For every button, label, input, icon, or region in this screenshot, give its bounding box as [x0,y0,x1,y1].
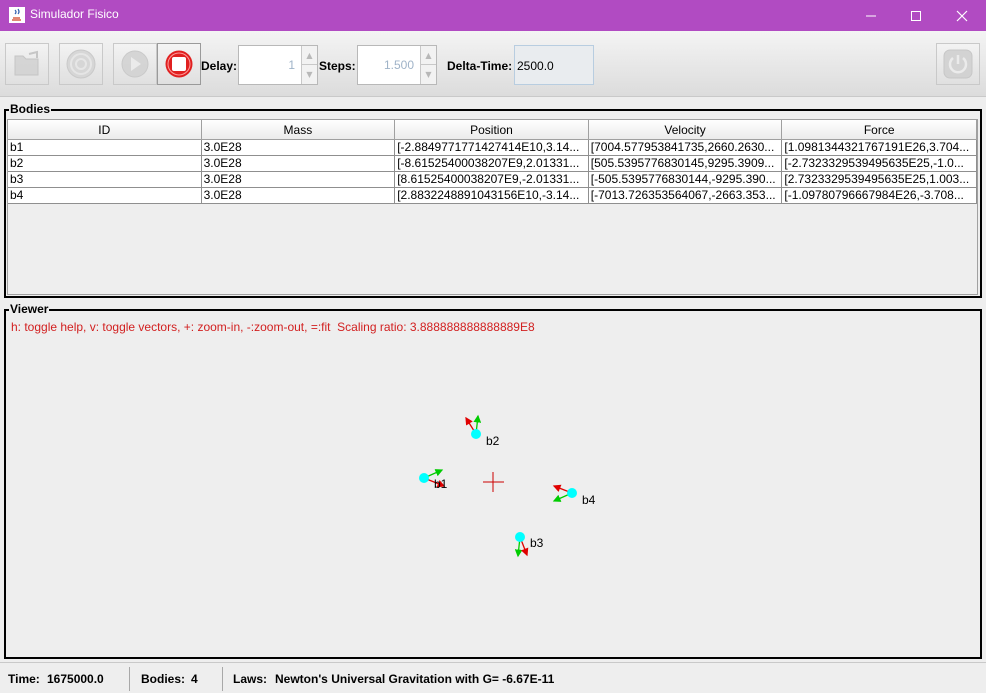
column-header-position[interactable]: Position [395,120,589,140]
cell-id[interactable]: b3 [8,172,202,188]
delay-spinner[interactable]: 1 ▲ ▼ [238,45,318,85]
table-row[interactable]: b1 3.0E28 [-2.8849771771427414E10,3.14..… [8,140,977,156]
toolbar: Delay: 1 ▲ ▼ Steps: 1.500 ▲ ▼ Delta-Time… [0,31,986,97]
cell-mass[interactable]: 3.0E28 [201,172,396,188]
maximize-button[interactable] [893,0,939,31]
physics-laws-button[interactable] [59,43,103,85]
window-title: Simulador Fisico [30,7,119,21]
status-bar: Time: 1675000.0 Bodies: 4 Laws: Newton's… [0,662,986,693]
play-icon [121,50,149,78]
close-button[interactable] [939,0,985,31]
viewer-panel[interactable] [4,309,982,659]
cell-position[interactable]: [8.61525400038207E9,-2.01331... [395,172,589,188]
cell-mass[interactable]: 3.0E28 [201,140,396,156]
cell-id[interactable]: b1 [8,140,202,156]
title-bar: Simulador Fisico [0,0,986,31]
time-label: Time: [8,672,40,686]
cell-force[interactable]: [1.0981344321767191E26,3.704... [782,140,977,156]
exit-button[interactable] [936,43,980,85]
cell-mass[interactable]: 3.0E28 [201,156,396,172]
delay-value: 1 [288,58,295,72]
steps-increment-arrow[interactable]: ▲ [421,46,436,65]
delay-increment-arrow[interactable]: ▲ [302,46,317,65]
minimize-icon [866,15,876,16]
power-icon [943,49,973,79]
column-header-id[interactable]: ID [8,120,202,140]
cell-mass[interactable]: 3.0E28 [201,188,396,204]
steps-value: 1.500 [383,58,414,72]
cell-force[interactable]: [-1.09780796667984E26,-3.708... [782,188,977,204]
viewer-help-text: h: toggle help, v: toggle vectors, +: zo… [11,320,535,334]
table-row[interactable]: b2 3.0E28 [-8.61525400038207E9,2.01331..… [8,156,977,172]
table-row[interactable]: b4 3.0E28 [2.8832248891043156E10,-3.14..… [8,188,977,204]
cell-velocity[interactable]: [7004.577953841735,2660.2630... [588,140,783,156]
cell-velocity[interactable]: [-7013.726353564067,-2663.353... [588,188,783,204]
bodies-count-value: 4 [191,672,198,686]
status-separator [222,667,223,691]
steps-spinner[interactable]: 1.500 ▲ ▼ [357,45,437,85]
steps-label: Steps: [319,59,356,73]
java-app-icon [9,7,25,23]
delta-time-field[interactable]: 2500.0 [514,45,594,85]
bodies-table: ID Mass Position Velocity Force b1 3.0E2… [7,119,978,295]
status-separator [129,667,130,691]
stop-button[interactable] [157,43,201,85]
cell-force[interactable]: [2.7323329539495635E25,1.003... [782,172,977,188]
bodies-panel-title: Bodies [9,102,52,116]
folder-open-icon [14,50,39,76]
cell-velocity[interactable]: [-505.5395776830144,-9295.390... [588,172,783,188]
laws-value: Newton's Universal Gravitation with G= -… [275,672,555,686]
laws-label: Laws: [233,672,268,686]
column-header-force[interactable]: Force [782,120,977,140]
viewer-panel-title: Viewer [9,302,50,316]
cell-position[interactable]: [-8.61525400038207E9,2.01331... [395,156,589,172]
cell-force[interactable]: [-2.7323329539495635E25,-1.0... [782,156,977,172]
column-header-mass[interactable]: Mass [201,120,396,140]
minimize-button[interactable] [848,0,894,31]
cell-velocity[interactable]: [505.5395776830145,9295.3909... [588,156,783,172]
maximize-icon [911,10,921,21]
table-header: ID Mass Position Velocity Force [8,120,977,140]
physics-laws-icon [66,49,96,79]
delta-time-label: Delta-Time: [447,59,513,73]
time-value: 1675000.0 [47,672,104,686]
delay-decrement-arrow[interactable]: ▼ [302,65,317,84]
run-button[interactable] [113,43,157,85]
stop-icon [165,50,193,78]
steps-decrement-arrow[interactable]: ▼ [421,65,436,84]
close-icon [956,10,968,21]
bodies-count-label: Bodies: [141,672,186,686]
cell-id[interactable]: b2 [8,156,202,172]
open-file-button[interactable] [5,43,49,85]
column-header-velocity[interactable]: Velocity [588,120,783,140]
cell-position[interactable]: [-2.8849771771427414E10,3.14... [395,140,589,156]
cell-position[interactable]: [2.8832248891043156E10,-3.14... [395,188,589,204]
delay-label: Delay: [201,59,238,73]
cell-id[interactable]: b4 [8,188,202,204]
table-row[interactable]: b3 3.0E28 [8.61525400038207E9,-2.01331..… [8,172,977,188]
